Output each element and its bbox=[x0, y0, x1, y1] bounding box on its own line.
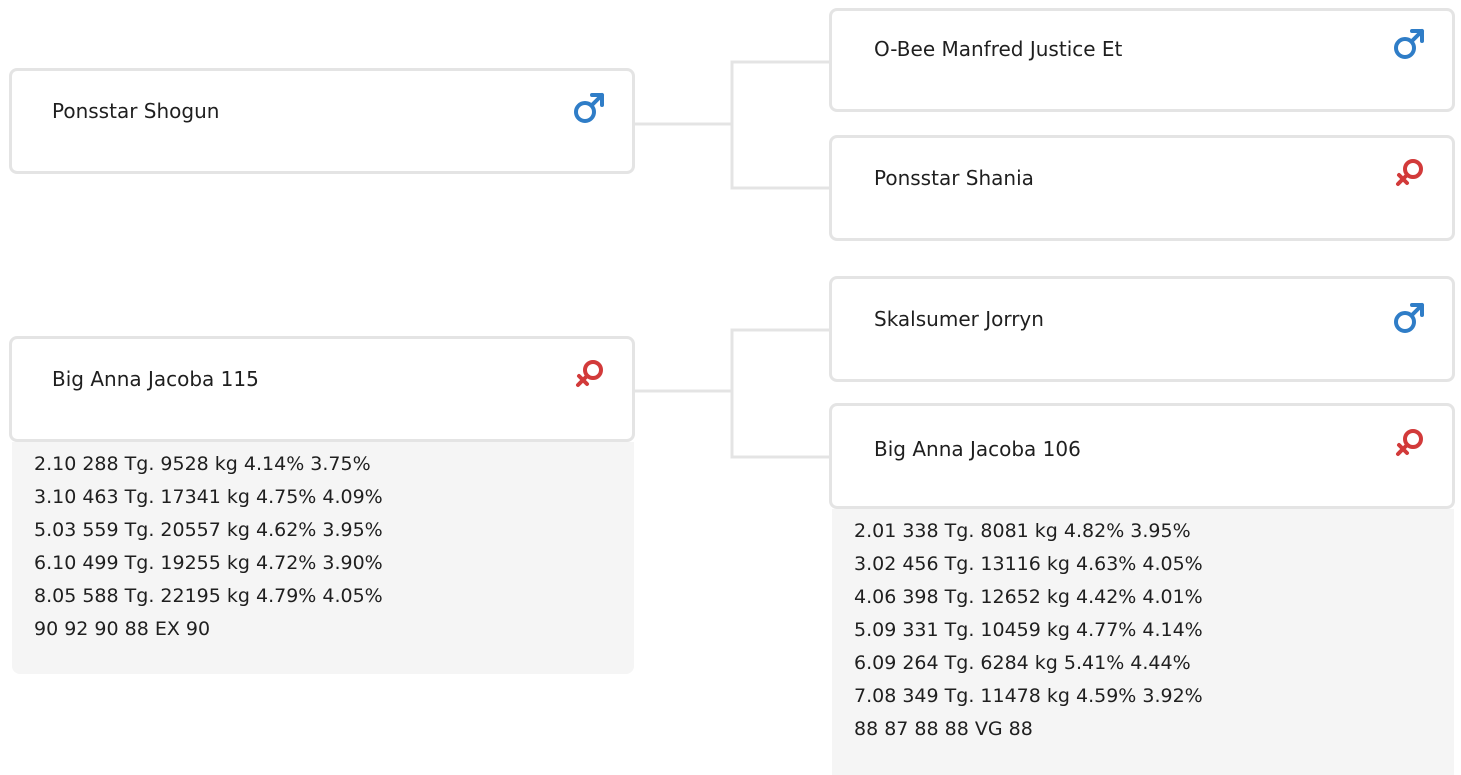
male-symbol-icon bbox=[1394, 29, 1424, 59]
pedigree-card-dam-dam[interactable]: Big Anna Jacoba 106 bbox=[829, 403, 1455, 509]
animal-name: Big Anna Jacoba 115 bbox=[52, 367, 259, 391]
female-symbol-icon bbox=[1396, 159, 1423, 186]
animal-name: Big Anna Jacoba 106 bbox=[874, 437, 1081, 461]
pedigree-card-dam-sire[interactable]: Skalsumer Jorryn bbox=[829, 276, 1455, 382]
female-symbol-icon bbox=[576, 360, 603, 387]
animal-name: Ponsstar Shogun bbox=[52, 99, 220, 123]
stat-line: 2.01 338 Tg. 8081 kg 4.82% 3.95% bbox=[854, 520, 1191, 542]
connector-sire-parents bbox=[634, 60, 830, 190]
stat-line: 7.08 349 Tg. 11478 kg 4.59% 3.92% bbox=[854, 685, 1203, 707]
female-symbol-icon bbox=[1396, 429, 1423, 456]
stat-line: 88 87 88 88 VG 88 bbox=[854, 718, 1033, 740]
animal-name: Skalsumer Jorryn bbox=[874, 307, 1044, 331]
stat-line: 90 92 90 88 EX 90 bbox=[34, 618, 211, 640]
stat-line: 3.10 463 Tg. 17341 kg 4.75% 4.09% bbox=[34, 486, 383, 508]
stat-line: 8.05 588 Tg. 22195 kg 4.79% 4.05% bbox=[34, 585, 383, 607]
connector-dam-parents bbox=[634, 328, 830, 459]
animal-name: O-Bee Manfred Justice Et bbox=[874, 37, 1123, 61]
stat-line: 5.03 559 Tg. 20557 kg 4.62% 3.95% bbox=[34, 519, 383, 541]
stat-line: 2.10 288 Tg. 9528 kg 4.14% 3.75% bbox=[34, 453, 371, 475]
stat-line: 6.09 264 Tg. 6284 kg 5.41% 4.44% bbox=[854, 652, 1191, 674]
pedigree-card-sire-dam[interactable]: Ponsstar Shania bbox=[829, 135, 1455, 241]
stat-line: 4.06 398 Tg. 12652 kg 4.42% 4.01% bbox=[854, 586, 1203, 608]
male-symbol-icon bbox=[1394, 303, 1424, 333]
dam-dam-performance-stats: 2.01 338 Tg. 8081 kg 4.82% 3.95% 3.02 45… bbox=[832, 509, 1454, 775]
male-symbol-icon bbox=[574, 93, 604, 123]
pedigree-card-dam[interactable]: Big Anna Jacoba 115 bbox=[9, 336, 635, 442]
pedigree-card-sire[interactable]: Ponsstar Shogun bbox=[9, 68, 635, 174]
dam-performance-stats: 2.10 288 Tg. 9528 kg 4.14% 3.75% 3.10 46… bbox=[12, 442, 634, 674]
pedigree-card-sire-sire[interactable]: O-Bee Manfred Justice Et bbox=[829, 8, 1455, 112]
stat-line: 6.10 499 Tg. 19255 kg 4.72% 3.90% bbox=[34, 552, 383, 574]
stat-line: 3.02 456 Tg. 13116 kg 4.63% 4.05% bbox=[854, 553, 1203, 575]
stat-line: 5.09 331 Tg. 10459 kg 4.77% 4.14% bbox=[854, 619, 1203, 641]
animal-name: Ponsstar Shania bbox=[874, 166, 1034, 190]
